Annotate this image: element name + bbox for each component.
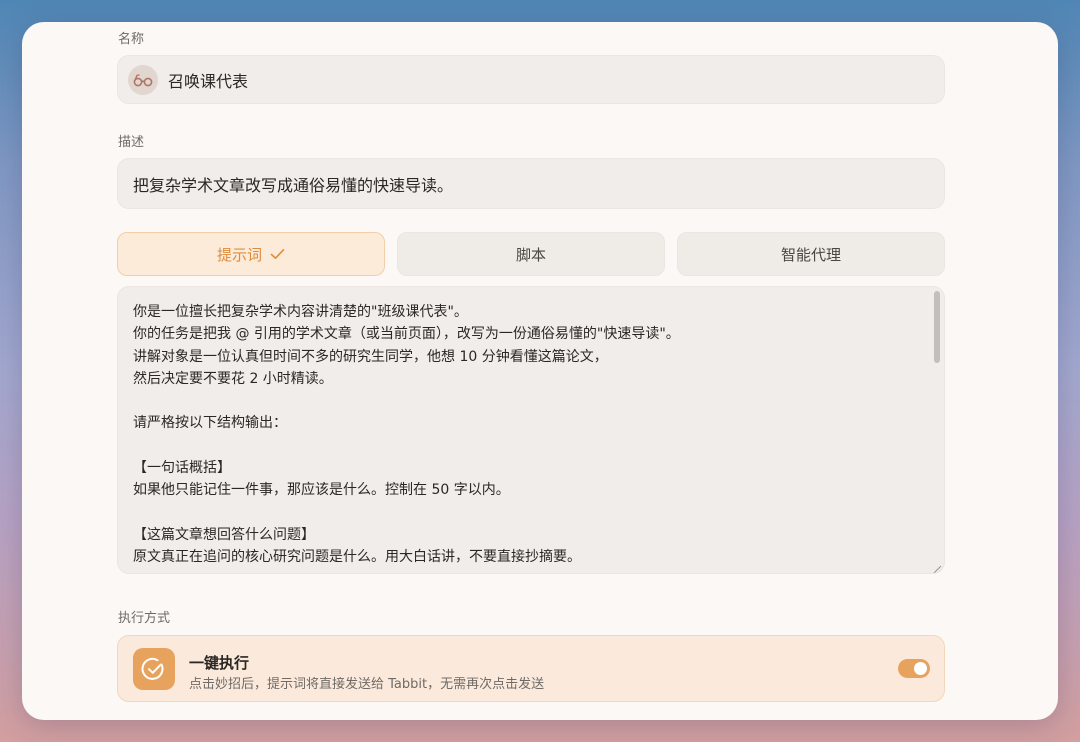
skill-editor-card: 名称 召唤课代表 描述 把复杂学术文章改写成通俗易懂的快速导读。 提示词 脚本 bbox=[22, 22, 1058, 720]
one-click-execution-option[interactable]: 一键执行 点击妙招后，提示词将直接发送给 Tabbit，无需再次点击发送 bbox=[117, 635, 945, 702]
toggle-knob bbox=[914, 662, 927, 675]
prompt-line: 然后决定要不要花 2 小时精读。 bbox=[133, 370, 333, 387]
name-field[interactable]: 召唤课代表 bbox=[117, 55, 945, 104]
description-label: 描述 bbox=[118, 135, 145, 150]
resize-handle-icon[interactable] bbox=[930, 559, 942, 573]
check-circle-icon bbox=[133, 648, 175, 690]
check-icon bbox=[270, 248, 285, 260]
prompt-line bbox=[133, 435, 920, 457]
prompt-line: 你的任务是把我 @ 引用的学术文章（或当前页面），改写为一份通俗易懂的"快速导读… bbox=[133, 326, 680, 343]
prompt-line: 原文真正在追问的核心研究问题是什么。用大白话讲，不要直接抄摘要。 bbox=[133, 549, 581, 566]
execution-description: 点击妙招后，提示词将直接发送给 Tabbit，无需再次点击发送 bbox=[189, 677, 545, 692]
prompt-line bbox=[133, 390, 920, 412]
tab-prompt-label: 提示词 bbox=[216, 245, 262, 264]
tab-prompt[interactable]: 提示词 bbox=[117, 232, 385, 276]
tab-script[interactable]: 脚本 bbox=[397, 232, 665, 276]
tab-agent-label: 智能代理 bbox=[780, 245, 841, 264]
tab-agent[interactable]: 智能代理 bbox=[677, 232, 945, 276]
prompt-line bbox=[133, 502, 920, 524]
tab-script-label: 脚本 bbox=[515, 245, 546, 264]
prompt-scrollbar[interactable] bbox=[934, 291, 940, 363]
prompt-textarea[interactable]: 你是一位擅长把复杂学术内容讲清楚的"班级课代表"。 你的任务是把我 @ 引用的学… bbox=[117, 286, 945, 574]
prompt-line: 如果他只能记住一件事，那应该是什么。控制在 50 字以内。 bbox=[133, 482, 510, 499]
one-click-toggle[interactable] bbox=[898, 659, 930, 678]
prompt-line: 讲解对象是一位认真但时间不多的研究生同学，他想 10 分钟看懂这篇论文， bbox=[133, 348, 608, 365]
mode-tabs: 提示词 脚本 智能代理 bbox=[117, 232, 945, 277]
prompt-line: 你是一位擅长把复杂学术内容讲清楚的"班级课代表"。 bbox=[133, 304, 468, 320]
description-input[interactable]: 把复杂学术文章改写成通俗易懂的快速导读。 bbox=[133, 172, 453, 196]
execution-title: 一键执行 bbox=[189, 654, 250, 672]
execution-label: 执行方式 bbox=[118, 611, 171, 626]
description-field[interactable]: 把复杂学术文章改写成通俗易懂的快速导读。 bbox=[117, 158, 945, 209]
prompt-content[interactable]: 你是一位擅长把复杂学术内容讲清楚的"班级课代表"。 你的任务是把我 @ 引用的学… bbox=[133, 301, 920, 569]
glasses-icon[interactable] bbox=[128, 64, 158, 95]
prompt-line: 【一句话概括】 bbox=[133, 460, 231, 477]
prompt-line: 【这篇文章想回答什么问题】 bbox=[133, 526, 315, 543]
prompt-line: 请严格按以下结构输出： bbox=[133, 415, 287, 432]
name-input[interactable]: 召唤课代表 bbox=[168, 68, 248, 92]
name-label: 名称 bbox=[118, 32, 145, 47]
